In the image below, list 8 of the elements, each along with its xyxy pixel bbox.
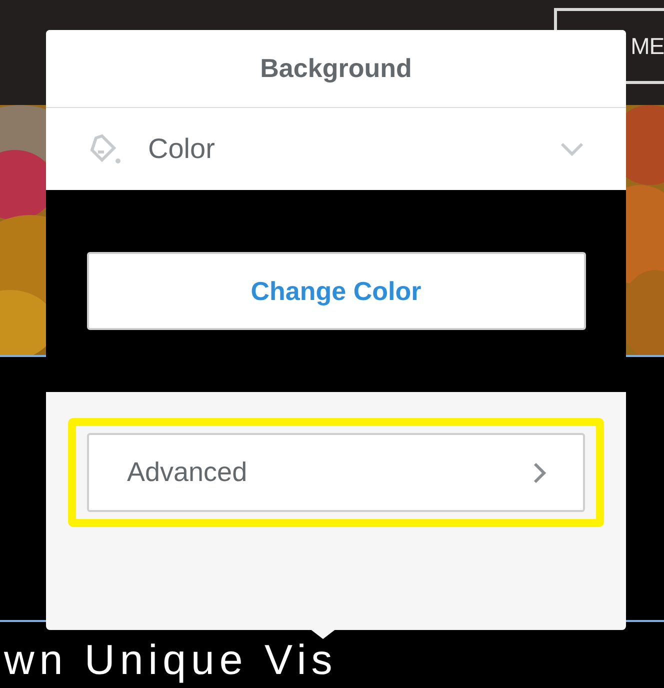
change-color-button[interactable]: Change Color: [86, 252, 586, 330]
paint-bucket-icon: [88, 132, 122, 166]
advanced-button[interactable]: Advanced: [87, 433, 585, 512]
chevron-icon: [560, 142, 584, 156]
chevron-right-icon: [533, 462, 547, 484]
headline: wn Unique Vis: [4, 636, 338, 683]
dialog-title: Background: [260, 52, 412, 85]
type-dropdown[interactable]: Color: [46, 108, 626, 190]
